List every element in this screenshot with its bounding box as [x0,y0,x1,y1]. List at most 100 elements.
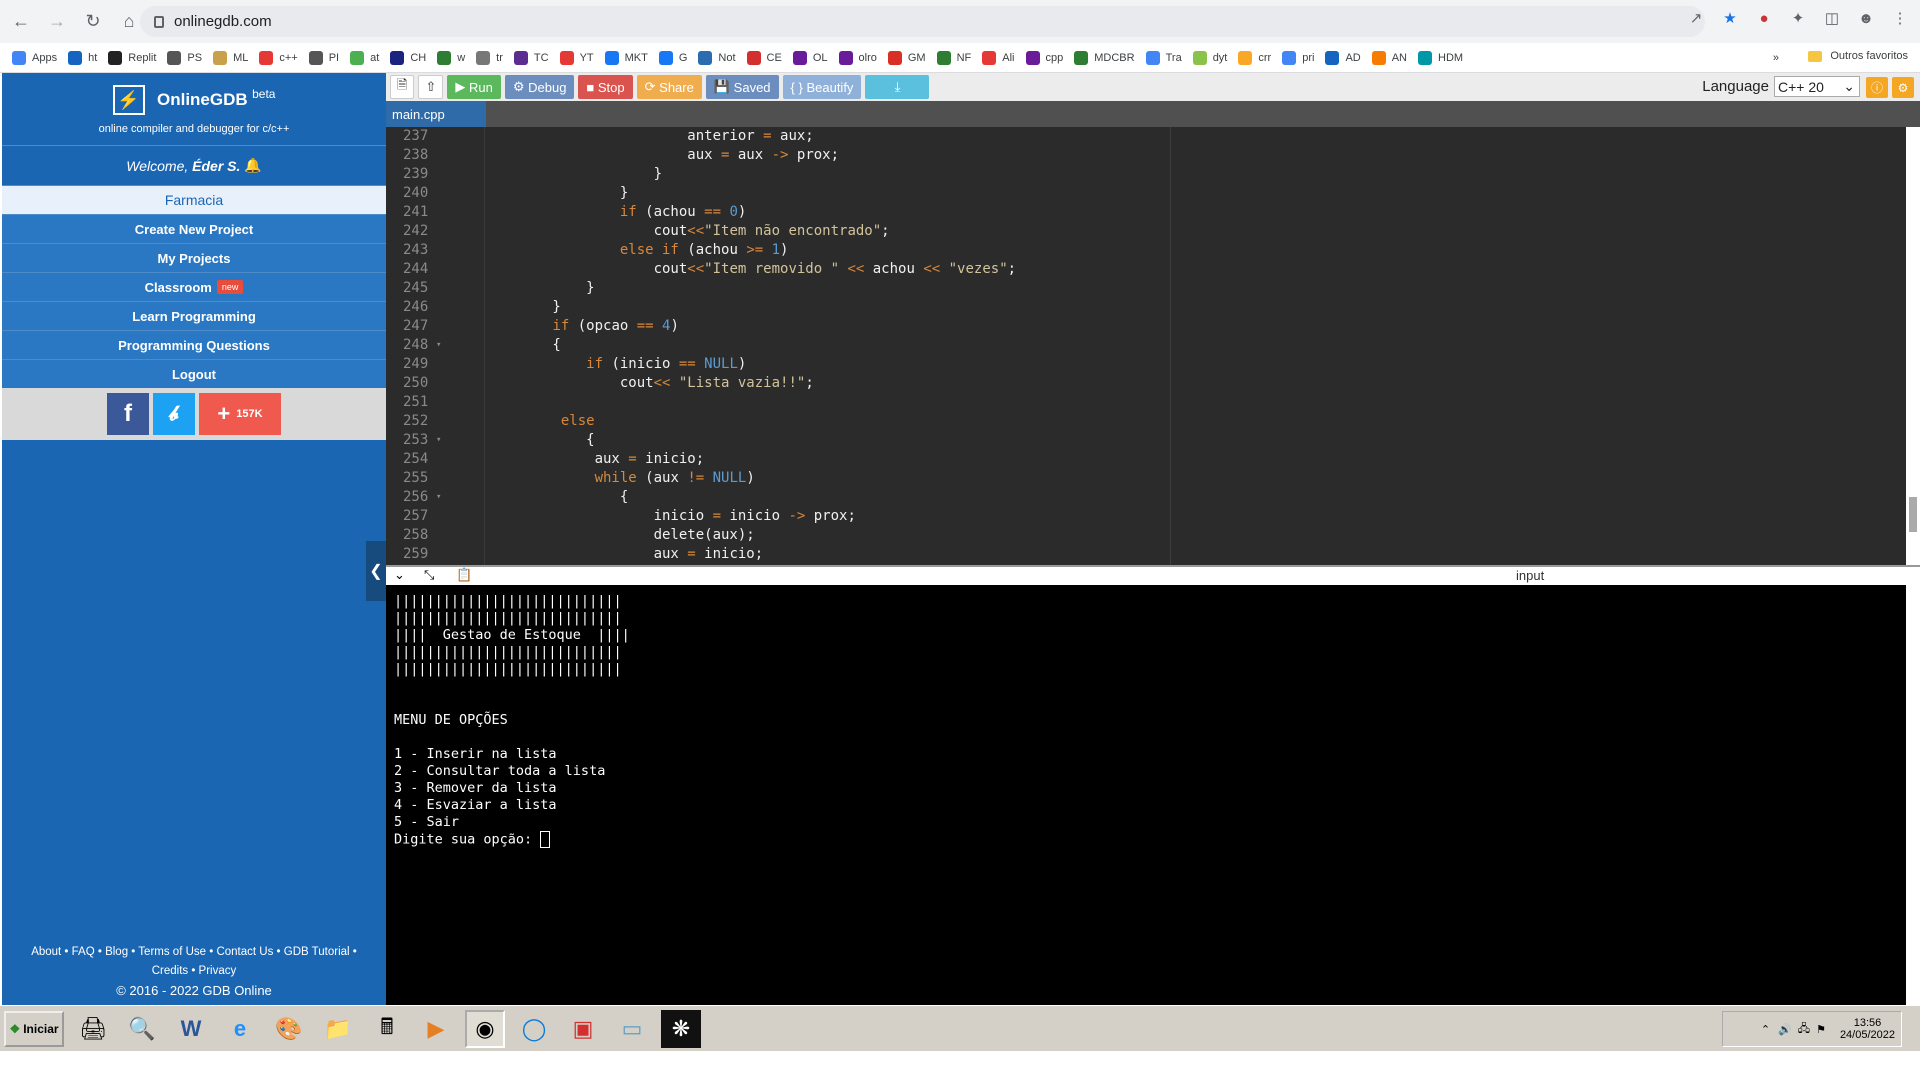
gear-icon[interactable]: ⚙ [1892,77,1914,98]
bookmark-item[interactable]: CH [390,50,426,65]
volume-icon[interactable]: 🔊 [1778,1023,1792,1036]
create-new-project-link[interactable]: Create New Project [2,214,386,243]
reload-icon[interactable]: ↻ [78,7,108,37]
game-icon[interactable]: ❋ [661,1009,701,1048]
bookmark-item[interactable]: HDM [1418,50,1463,65]
facebook-icon[interactable]: f [107,393,149,435]
programming-questions-link[interactable]: Programming Questions [2,330,386,359]
fold-arrow-icon[interactable]: ▾ [436,336,441,355]
bookmark-item[interactable]: pri [1282,50,1314,65]
share-button[interactable]: ⟳ Share [636,75,702,99]
copy-icon[interactable]: 📋 [456,567,472,583]
bookmark-item[interactable]: AN [1371,50,1407,65]
footer-links-line1[interactable]: About • FAQ • Blog • Terms of Use • Cont… [2,943,386,962]
upload-icon[interactable]: ⇧ [418,75,444,99]
bookmark-item[interactable]: ht [68,50,97,65]
bookmark-item[interactable]: MKT [604,50,648,65]
puzzle-icon[interactable]: ✦ [1788,8,1808,28]
console-scrollbar[interactable] [1906,585,1920,1005]
bookmark-item[interactable]: ML [213,50,248,65]
user-name[interactable]: Éder S. [192,158,240,174]
kebab-menu-icon[interactable]: ⋮ [1890,8,1910,28]
app-icon[interactable]: 🔍 [122,1010,162,1048]
bookmark-item[interactable]: cpp [1025,50,1063,65]
extension-icon[interactable]: ● [1754,8,1774,28]
folder-icon[interactable]: 📁 [318,1010,358,1048]
bookmark-item[interactable]: OL [792,50,828,65]
beautify-button[interactable]: { } Beautify [782,75,862,99]
debug-button[interactable]: ⚙ Debug [504,75,575,99]
bell-icon[interactable]: 🔔 [244,157,261,174]
internet-explorer-icon[interactable]: e [220,1010,260,1048]
stop-button[interactable]: ■ Stop [578,75,633,99]
code-lines[interactable]: anterior = aux; aux = aux -> prox; } } i… [484,127,1862,565]
new-file-icon[interactable]: 🗎 [390,75,415,99]
info-icon[interactable]: ⓘ [1866,77,1888,98]
footer-links-line2[interactable]: Credits • Privacy [2,962,386,981]
current-project[interactable]: Farmacia [2,185,386,214]
bookmark-item[interactable]: G [658,50,687,65]
paint-icon[interactable]: 🎨 [269,1010,309,1048]
bookmark-item[interactable]: Replit [108,50,156,65]
tab-main-cpp[interactable]: main.cpp [386,101,486,127]
network-icon[interactable]: 🖧 [1798,1020,1810,1039]
logout-link[interactable]: Logout [2,359,386,388]
bookmark-item[interactable]: CE [746,50,782,65]
fold-arrow-icon[interactable]: ▾ [436,488,441,507]
bookmark-item[interactable]: Not [698,50,736,65]
run-button[interactable]: ▶ Run [447,75,501,99]
chevron-down-icon[interactable]: ⌄ [394,567,405,583]
address-bar[interactable]: onlinegdb.com [140,6,1705,37]
bookmark-item[interactable]: PS [167,50,202,65]
bookmark-item[interactable]: dyt [1192,50,1227,65]
bookmark-item[interactable]: c++ [259,50,298,65]
console-output[interactable]: |||||||||||||||||||||||||||| |||||||||||… [386,585,1906,1005]
bookmark-item[interactable]: PI [308,50,339,65]
download-icon[interactable]: ⤓ [865,75,930,99]
collapse-sidebar-chevron-icon[interactable]: ❮ [366,541,386,601]
saved-button[interactable]: 💾 Saved [705,75,779,99]
forward-arrow-icon[interactable]: → [42,7,72,37]
language-select[interactable]: C++ 20 ⌄ [1774,76,1860,97]
bookmark-item[interactable]: Apps [12,50,57,65]
bookmark-item[interactable]: MDCBR [1074,50,1135,65]
edge-icon[interactable]: ◯ [514,1010,554,1048]
bookmark-item[interactable]: at [350,50,379,65]
chrome-icon[interactable]: ◉ [465,1009,505,1048]
back-arrow-icon[interactable]: ← [6,7,36,37]
printer-icon[interactable]: 🖨 [73,1010,113,1048]
brand[interactable]: ⚡ OnlineGDB beta online compiler and deb… [2,73,386,145]
flag-icon[interactable]: ⚑ [1816,1023,1826,1036]
learn-programming-link[interactable]: Learn Programming [2,301,386,330]
sidepanel-icon[interactable]: ◫ [1822,8,1842,28]
expand-icon[interactable]: ⤡ [424,567,434,583]
bookmark-item[interactable]: w [437,50,465,65]
notes-icon[interactable]: ▭ [612,1010,652,1048]
classroom-link[interactable]: Classroom new [2,272,386,301]
bookmark-item[interactable]: TC [513,50,549,65]
clock[interactable]: 13:56 24/05/2022 [1840,1017,1895,1041]
profile-avatar[interactable]: ☻ [1856,8,1876,28]
start-button[interactable]: ❖ Iniciar [4,1010,64,1047]
share-count-button[interactable]: + 157K [199,393,281,435]
bookmark-item[interactable]: Ali [982,50,1015,65]
scroll-thumb[interactable] [1909,497,1917,532]
bookmark-item[interactable]: tr [476,50,503,65]
bookmarks-overflow-chevron-icon[interactable]: » [1773,52,1779,64]
bookmark-item[interactable]: olro [838,50,877,65]
media-player-icon[interactable]: ▶ [416,1010,456,1048]
tray-arrow-icon[interactable]: ⌃ [1761,1023,1770,1036]
fold-arrow-icon[interactable]: ▾ [436,431,441,450]
share-page-icon[interactable]: ↗ [1686,8,1706,28]
calculator-icon[interactable]: 🖩 [367,1010,407,1048]
star-icon[interactable]: ★ [1720,8,1740,28]
word-icon[interactable]: W [171,1010,211,1048]
my-projects-link[interactable]: My Projects [2,243,386,272]
bookmark-item[interactable]: NF [936,50,971,65]
bookmark-item[interactable]: crr [1238,50,1271,65]
bookmark-item[interactable]: GM [887,50,926,65]
sketchup-icon[interactable]: ▣ [563,1010,603,1048]
editor-scrollbar[interactable] [1906,127,1920,565]
bookmark-item[interactable]: Tra [1145,50,1182,65]
bookmark-item[interactable]: YT [559,50,594,65]
